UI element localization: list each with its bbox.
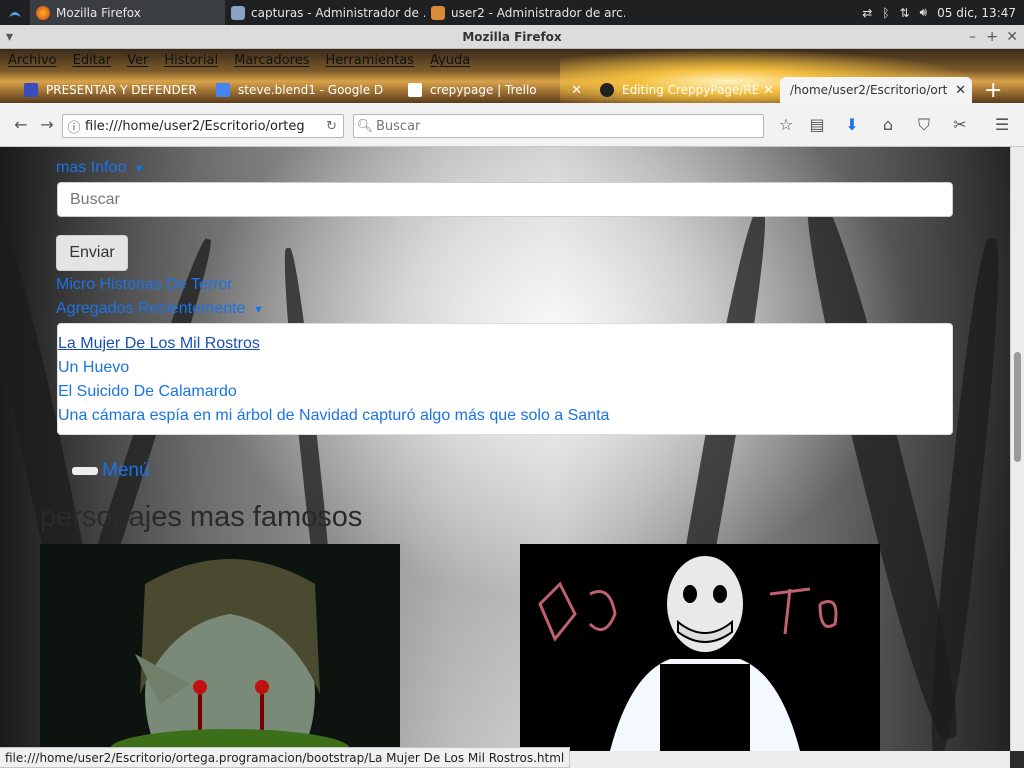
scrollbar-thumb[interactable] <box>1014 352 1021 462</box>
back-button[interactable]: ← <box>10 114 32 136</box>
menu-bar: Archivo Editar Ver Historial Marcadores … <box>0 49 478 73</box>
minimize-button[interactable]: – <box>969 25 976 49</box>
micro-historias-link[interactable]: Micro Historias De Terror <box>56 276 233 294</box>
taskbar-label: capturas - Administrador de ... <box>251 5 425 20</box>
window-title: Mozilla Firefox <box>462 30 562 44</box>
github-icon <box>600 83 614 97</box>
bookmark-star-icon[interactable]: ☆ <box>775 114 797 136</box>
info-icon[interactable]: ⓘ <box>63 117 85 136</box>
browser-chrome: Archivo Editar Ver Historial Marcadores … <box>0 49 1024 103</box>
transfer-icon[interactable]: ⇅ <box>900 6 910 20</box>
menu-toggle-button[interactable]: Menú <box>72 460 150 482</box>
hamburger-icon <box>72 467 98 475</box>
url-bar[interactable]: ⓘ file:///home/user2/Escritorio/ortega.p… <box>62 114 344 138</box>
menu-label: Menú <box>102 460 150 481</box>
tab-editing[interactable]: Editing CreppyPage/RE ✕ <box>594 77 780 103</box>
tab-label: PRESENTAR Y DEFENDER <box>46 83 197 97</box>
vertical-scrollbar[interactable] <box>1010 147 1024 751</box>
taskbar-item-capturas[interactable]: capturas - Administrador de ... <box>225 0 425 25</box>
status-bar-link: file:///home/user2/Escritorio/ortega.pro… <box>0 747 571 768</box>
recent-item[interactable]: El Suicido De Calamardo <box>58 383 237 401</box>
close-tab-icon[interactable]: ✕ <box>571 83 582 98</box>
tab-steve-blend[interactable]: steve.blend1 - Google D <box>210 77 400 103</box>
mas-info-label: mas Infoo <box>56 159 127 176</box>
volume-icon[interactable]: 🔊︎ <box>920 5 928 20</box>
search-input[interactable]: Buscar <box>57 182 953 217</box>
search-icon: 🔍︎ <box>356 118 374 134</box>
menu-marcadores[interactable]: Marcadores <box>226 49 317 73</box>
character-image-jeff[interactable] <box>520 544 880 751</box>
menu-editar[interactable]: Editar <box>65 49 120 73</box>
tab-strip: PRESENTAR Y DEFENDER steve.blend1 - Goog… <box>0 75 1024 103</box>
taskbar-item-user2[interactable]: user2 - Administrador de arc... <box>425 0 625 25</box>
recent-item[interactable]: Una cámara espía en mi árbol de Navidad … <box>58 407 609 425</box>
network-icon[interactable]: ⇄ <box>862 6 872 20</box>
caret-down-icon: ▼ <box>130 163 145 175</box>
recent-item[interactable]: Un Huevo <box>58 359 129 377</box>
download-icon[interactable]: ⬇ <box>841 114 863 136</box>
search-bar[interactable]: 🔍︎ Buscar <box>353 114 764 138</box>
reading-list-icon[interactable]: ▤ <box>806 114 828 136</box>
tab-label: /home/user2/Escritorio/ort <box>790 83 948 97</box>
tab-label: Editing CreppyPage/RE <box>622 83 760 97</box>
mas-info-dropdown[interactable]: mas Infoo ▼ <box>56 159 145 177</box>
url-text: file:///home/user2/Escritorio/ortega.p <box>85 118 305 134</box>
submit-button[interactable]: Enviar <box>56 235 128 271</box>
profile-icon <box>24 83 38 97</box>
firefox-icon <box>36 5 50 20</box>
taskbar-item-firefox[interactable]: Mozilla Firefox <box>30 0 225 25</box>
taskbar-label: Mozilla Firefox <box>56 5 141 20</box>
pocket-icon[interactable]: ⛉ <box>913 114 935 136</box>
clock[interactable]: 05 dic, 13:47 <box>937 6 1016 20</box>
screenshot-icon[interactable]: ✂ <box>949 114 971 136</box>
menu-historial[interactable]: Historial <box>156 49 226 73</box>
start-menu-icon[interactable] <box>0 0 30 25</box>
menu-archivo[interactable]: Archivo <box>0 49 65 73</box>
recent-dropdown[interactable]: Agregados Recientemente ▼ <box>56 300 264 318</box>
menu-herramientas[interactable]: Herramientas <box>318 49 423 73</box>
recent-label: Agregados Recientemente <box>56 300 246 317</box>
search-input-placeholder: Buscar <box>70 191 120 208</box>
tab-label: steve.blend1 - Google D <box>238 83 384 97</box>
close-window-button[interactable]: ✕ <box>1006 25 1018 49</box>
character-image-elf[interactable] <box>40 544 400 751</box>
recent-item[interactable]: La Mujer De Los Mil Rostros <box>58 335 260 353</box>
document-icon <box>216 83 230 97</box>
caret-down-icon: ▼ <box>249 304 264 316</box>
hamburger-menu-icon[interactable]: ☰ <box>991 114 1013 136</box>
search-placeholder: Buscar <box>376 118 421 134</box>
maximize-button[interactable]: + <box>986 25 998 49</box>
tab-trello[interactable]: crepypage | Trello ✕ <box>402 77 588 103</box>
window-menu-icon[interactable]: ▾ <box>6 25 13 49</box>
reload-icon[interactable]: ↻ <box>326 119 337 134</box>
tab-presentar[interactable]: PRESENTAR Y DEFENDER <box>18 77 208 103</box>
menu-ver[interactable]: Ver <box>119 49 156 73</box>
home-icon[interactable]: ⌂ <box>877 114 899 136</box>
forward-button[interactable]: → <box>36 114 58 136</box>
page-content: mas Infoo ▼ Buscar Enviar Micro Historia… <box>0 147 1010 751</box>
tab-current[interactable]: /home/user2/Escritorio/ort ✕ <box>780 77 972 103</box>
folder-icon <box>231 5 245 20</box>
menu-ayuda[interactable]: Ayuda <box>422 49 478 73</box>
navigation-bar: ← → ⓘ file:///home/user2/Escritorio/orte… <box>0 103 1024 147</box>
trello-icon <box>408 83 422 97</box>
recent-dropdown-menu: La Mujer De Los Mil Rostros Un Huevo El … <box>57 323 953 435</box>
taskbar-label: user2 - Administrador de arc... <box>451 5 625 20</box>
system-panel: Mozilla Firefox capturas - Administrador… <box>0 0 1024 25</box>
tab-label: crepypage | Trello <box>430 83 537 97</box>
close-tab-icon[interactable]: ✕ <box>763 83 774 98</box>
home-folder-icon <box>431 5 445 20</box>
section-heading: personajes mas famosos <box>40 501 363 533</box>
window-titlebar: ▾ Mozilla Firefox – + ✕ <box>0 25 1024 49</box>
bluetooth-icon[interactable]: ᛒ <box>882 6 889 20</box>
new-tab-button[interactable]: + <box>978 77 1008 103</box>
close-tab-icon[interactable]: ✕ <box>955 83 966 98</box>
